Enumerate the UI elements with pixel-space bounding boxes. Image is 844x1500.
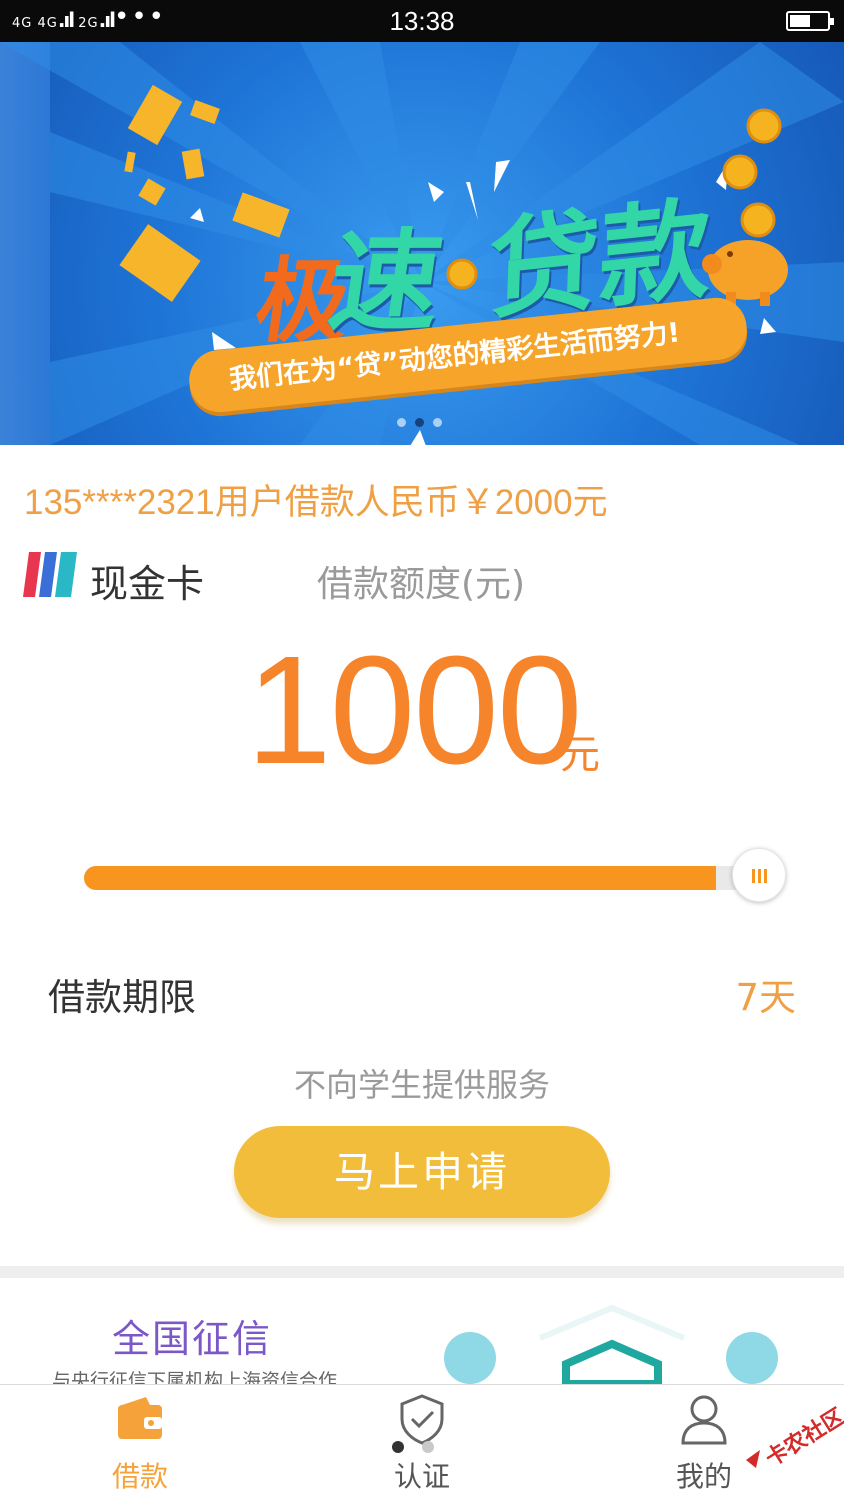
- status-time: 13:38: [389, 6, 455, 36]
- handle-grip-line: [764, 869, 767, 883]
- loan-term-value[interactable]: 7天: [735, 967, 796, 1021]
- student-service-note: 不向学生提供服务: [293, 1066, 550, 1104]
- tab-page-dot-2: [422, 1441, 434, 1453]
- tab-verify-label: 认证: [393, 1460, 450, 1493]
- tab-page-dot-1: [392, 1441, 404, 1453]
- loan-term-label: 借款期限: [48, 976, 196, 1019]
- handle-grip-line: [752, 869, 755, 883]
- handle-grip-line: [758, 869, 761, 883]
- loan-amount-unit: 元: [560, 732, 600, 778]
- banner-dot-3[interactable]: [433, 418, 442, 427]
- banner-page-indicator[interactable]: [397, 412, 451, 431]
- promo-banner[interactable]: 极 速 贷款 我们在为“贷”动您的精彩生活而努力!: [0, 42, 844, 445]
- cash-card-icon: [23, 552, 77, 597]
- loan-amount: 1000: [246, 624, 583, 796]
- credit-shield-icon: [538, 1304, 686, 1384]
- battery-icon: [786, 11, 834, 31]
- credit-info-section[interactable]: 全国征信 与央行征信下属机构上海资信合作: [0, 1278, 844, 1384]
- banner-dot-2[interactable]: [415, 418, 424, 427]
- card-name: 现金卡: [90, 562, 205, 606]
- user-icon: [681, 1395, 727, 1445]
- tab-loan[interactable]: 借款: [40, 1385, 240, 1500]
- tab-loan-label: 借款: [111, 1460, 168, 1493]
- status-bar: 4G 4G.ıl 2G.ıl ••• 13:38: [0, 0, 844, 42]
- amount-slider-handle[interactable]: [732, 848, 786, 902]
- banner-dot-1[interactable]: [397, 418, 406, 427]
- apply-now-button[interactable]: 马上申请: [234, 1126, 610, 1218]
- wallet-icon: [118, 1397, 162, 1439]
- credit-title: 全国征信: [112, 1317, 273, 1361]
- tab-page-indicator: [392, 1438, 452, 1457]
- section-divider: [0, 1266, 844, 1278]
- credit-subtitle: 与央行征信下属机构上海资信合作: [52, 1370, 338, 1384]
- loan-notice-marquee: 135****2321用户借款人民币￥2000元: [24, 483, 608, 522]
- quota-label: 借款额度(元): [317, 564, 526, 605]
- amount-slider-fill: [84, 866, 716, 890]
